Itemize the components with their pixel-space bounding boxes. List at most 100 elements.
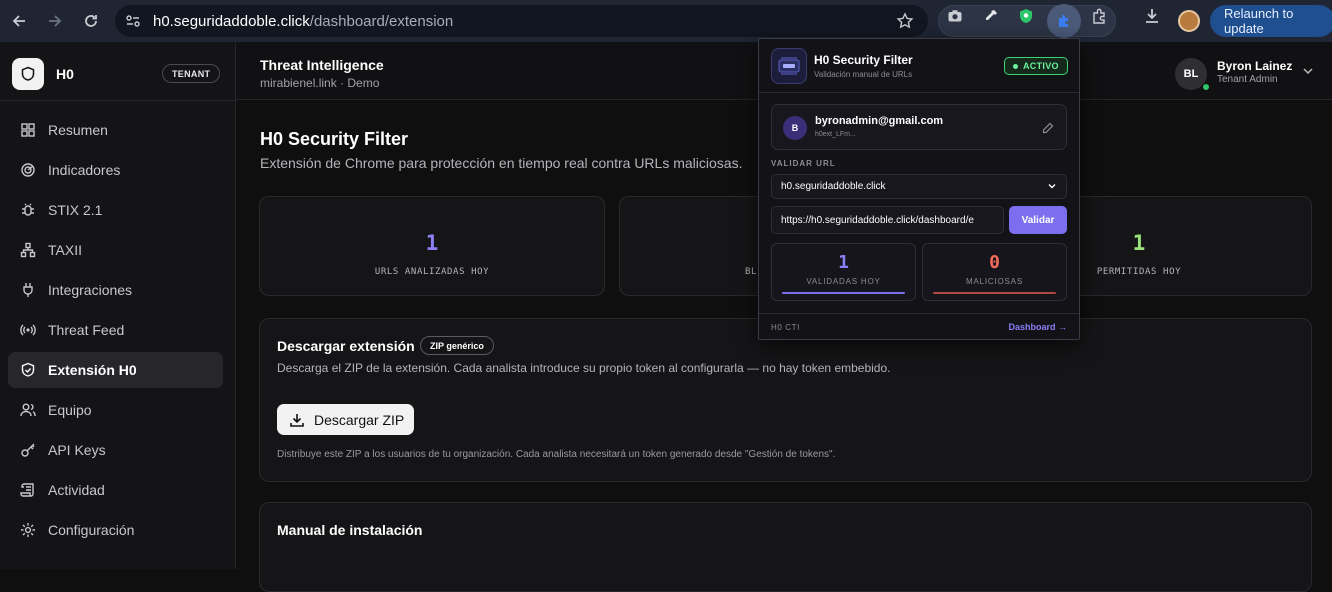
sidebar-item-taxii[interactable]: TAXII [8,232,223,268]
popup-footer: H0 CTI Dashboard → [759,313,1079,340]
sidebar-item-label: Resumen [48,122,108,138]
url-path: /dashboard/extension [309,13,454,30]
dashboard-link[interactable]: Dashboard → [1008,322,1067,332]
shield-extension-icon[interactable] [1016,6,1036,26]
sidebar-item-label: Extensión H0 [48,362,137,378]
account-card: B byronadmin@gmail.com h0ext_LFm... [771,104,1067,150]
validate-button[interactable]: Validar [1009,206,1067,234]
account-avatar: B [783,116,807,140]
network-icon [20,242,36,258]
stat-label: BL [745,267,758,277]
users-icon [20,402,36,418]
broadcast-icon [20,322,36,338]
url-input[interactable]: https://h0.seguridaddoble.click/dashboar… [771,206,1004,234]
shield-icon [20,362,36,378]
sidebar-divider [0,100,236,101]
validated-value: 1 [838,252,849,273]
user-name[interactable]: Byron Lainez [1217,59,1292,73]
address-bar[interactable]: h0.seguridaddoble.click/dashboard/extens… [115,5,928,37]
forward-button[interactable] [43,9,67,33]
brand-name: H0 [56,66,74,82]
manual-card: Manual de instalación [259,502,1312,592]
profile-avatar[interactable] [1178,10,1200,32]
bug-icon [20,202,36,218]
malicious-label: MALICIOSAS [966,277,1023,286]
chevron-down-icon[interactable] [1302,64,1314,82]
camera-extension-icon[interactable] [945,6,965,26]
sidebar-item-label: Configuración [48,522,135,538]
sidebar-item-indicadores[interactable]: Indicadores [8,152,223,188]
download-icon [289,412,305,428]
grid-icon [20,122,36,138]
malicious-value: 0 [989,252,1000,273]
key-icon [20,442,36,458]
popup-subtitle: Validación manual de URLs [814,70,913,79]
sidebar-item-stix[interactable]: STIX 2.1 [8,192,223,228]
status-badge: ACTIVO [1004,57,1068,75]
sidebar-item-api-keys[interactable]: API Keys [8,432,223,468]
sidebar-item-label: Actividad [48,482,105,498]
eyedropper-extension-icon[interactable] [981,6,1001,26]
zip-badge: ZIP genérico [420,336,494,355]
online-status-dot [1202,83,1210,91]
download-card: Descargar extensión ZIP genérico Descarg… [259,318,1312,482]
sidebar-item-actividad[interactable]: Actividad [8,472,223,508]
pencil-icon[interactable] [1042,121,1054,139]
manual-title: Manual de instalación [277,522,423,538]
status-dot [1013,63,1018,69]
scroll-icon [20,482,36,498]
back-button[interactable] [7,9,31,33]
download-icon[interactable] [1142,6,1162,26]
url-text[interactable]: h0.seguridaddoble.click/dashboard/extens… [153,13,453,30]
stat-value: 1 [425,231,439,255]
arrow-left-icon [12,15,25,27]
extension-popup: H0 Security Filter Validación manual de … [758,38,1080,340]
sidebar-item-resumen[interactable]: Resumen [8,112,223,148]
bookmark-star-icon[interactable] [896,12,914,35]
sidebar-item-label: STIX 2.1 [48,202,103,218]
host-select-value: h0.seguridaddoble.click [781,181,886,192]
sidebar-item-equipo[interactable]: Equipo [8,392,223,428]
extensions-menu-icon[interactable] [1090,6,1110,26]
page-subtitle: Extensión de Chrome para protección en t… [260,155,743,171]
sidebar-item-label: TAXII [48,242,82,258]
header-title: Threat Intelligence [260,57,384,73]
tenant-badge[interactable]: TENANT [162,64,221,83]
shield-logo-icon [21,66,35,81]
malicious-card: 0 MALICIOSAS [922,243,1067,301]
reload-icon [85,15,97,27]
header-subtitle: mirabienel.link · Demo [260,76,380,90]
url-host: h0.seguridaddoble.click [153,13,310,30]
sidebar-item-threat-feed[interactable]: Threat Feed [8,312,223,348]
site-settings-icon[interactable] [125,13,141,29]
sidebar-item-integraciones[interactable]: Integraciones [8,272,223,308]
validated-today-card: 1 VALIDADAS HOY [771,243,916,301]
validated-label: VALIDADAS HOY [806,277,881,286]
validate-section-label: VALIDAR URL [771,159,836,168]
sidebar-item-label: API Keys [48,442,106,458]
sidebar-nav: Resumen Indicadores STIX 2.1 TAXII Integ… [8,112,223,552]
validated-bar [782,292,905,294]
status-label: ACTIVO [1023,61,1059,71]
plug-icon [20,282,36,298]
page-title: H0 Security Filter [260,129,409,149]
download-zip-button[interactable]: Descargar ZIP [277,404,414,435]
sidebar-item-label: Equipo [48,402,92,418]
download-title: Descargar extensión [277,338,415,354]
h0-extension-button[interactable] [1047,4,1081,38]
sidebar-item-label: Indicadores [48,162,121,178]
malicious-bar [933,292,1056,294]
brand-logo[interactable] [12,58,44,90]
sidebar-item-configuracion[interactable]: Configuración [8,512,223,548]
puzzle-active-icon [1059,15,1068,27]
arrow-right-icon [49,15,62,27]
account-token: h0ext_LFm... [815,131,856,138]
relaunch-button[interactable]: Relaunch to update [1210,5,1332,37]
host-select[interactable]: h0.seguridaddoble.click [771,174,1067,199]
sidebar-item-extension[interactable]: Extensión H0 [8,352,223,388]
popup-header: H0 Security Filter Validación manual de … [759,39,1079,93]
popup-title: H0 Security Filter [814,53,913,67]
chevron-down-icon [1047,181,1057,194]
reload-button[interactable] [79,9,103,33]
stat-label: URLS ANALIZADAS HOY [374,267,490,277]
